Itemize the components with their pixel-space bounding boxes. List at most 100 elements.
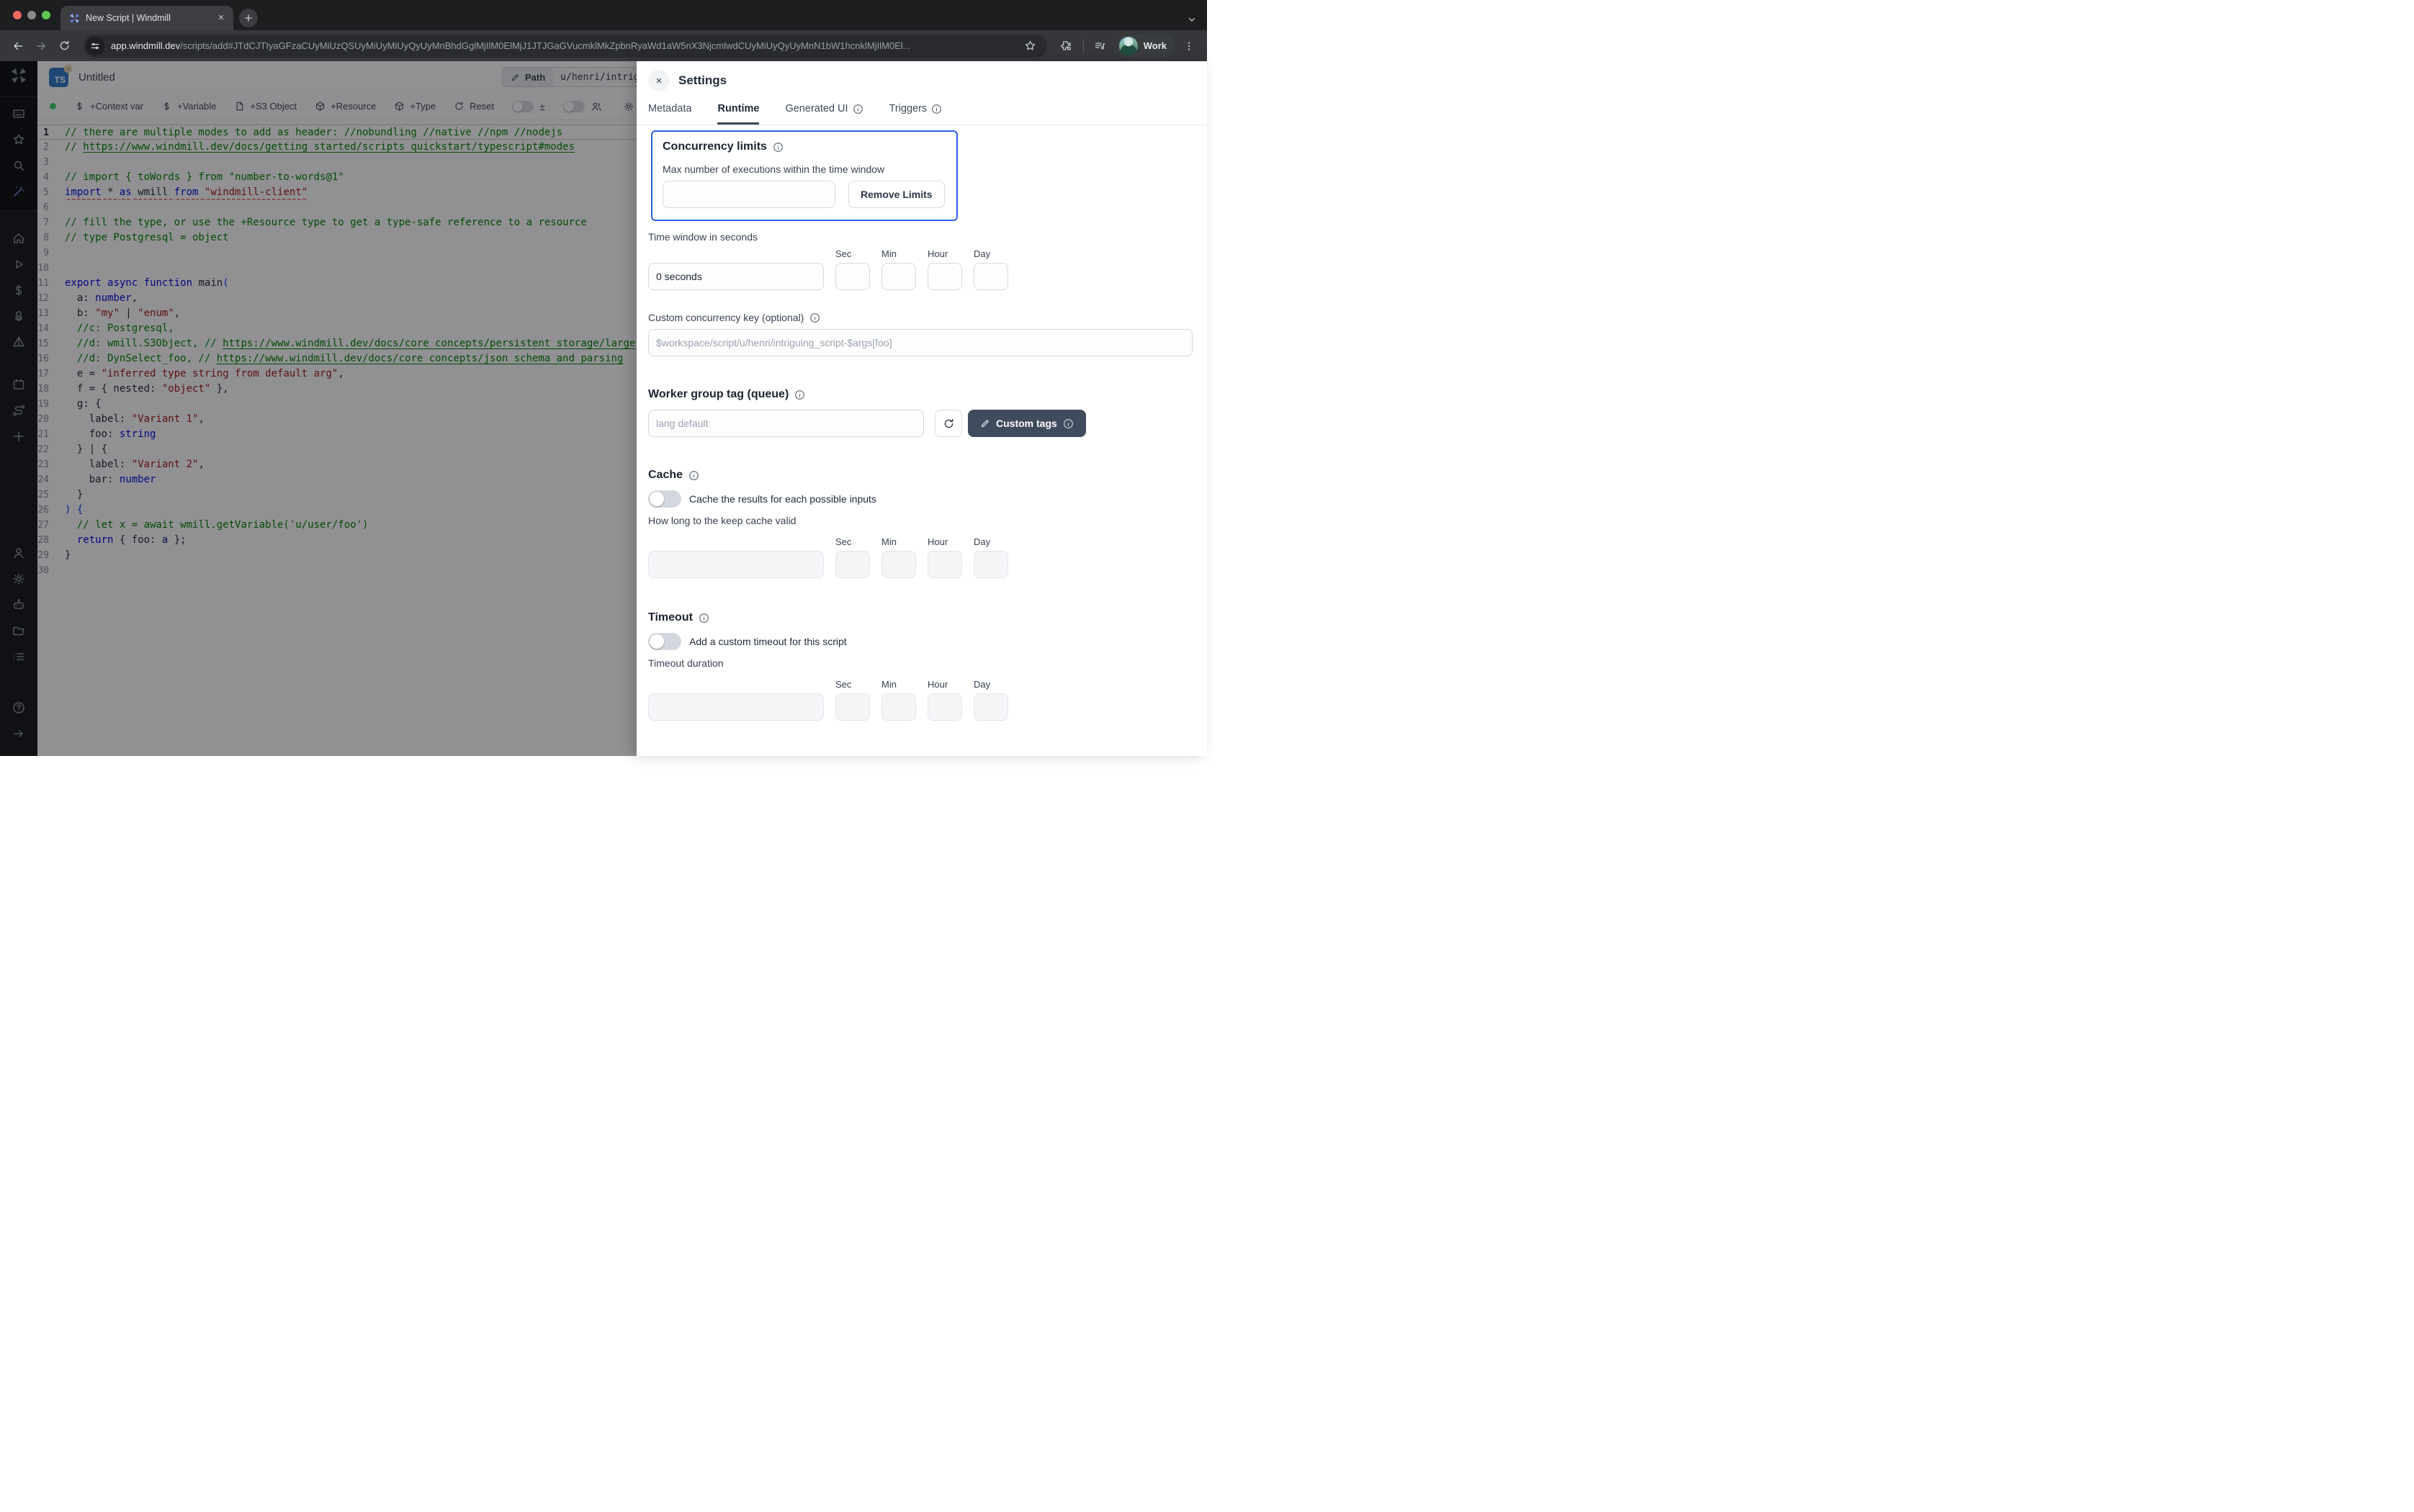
settings-drawer: × Settings Metadata Runtime Generated UI Tr…	[637, 61, 1207, 756]
cache-duration-label: How long to the keep cache valid	[648, 515, 1195, 526]
zoom-window-button[interactable]	[42, 11, 50, 19]
windmill-favicon-icon	[69, 13, 80, 24]
custom-tags-button[interactable]: Custom tags	[968, 410, 1086, 437]
tab-generated-ui[interactable]: Generated UI	[785, 103, 863, 125]
cache-day-input[interactable]	[974, 551, 1008, 578]
time-window-min-input[interactable]	[881, 263, 916, 290]
perpetual-heading: Perpetual script	[648, 755, 735, 756]
toolbar-divider	[1083, 39, 1084, 53]
max-executions-label: Max number of executions within the time…	[663, 163, 946, 175]
worker-group-heading: Worker group tag (queue)	[648, 388, 789, 401]
timeout-toggle[interactable]	[648, 633, 681, 650]
time-window-label: Time window in seconds	[648, 231, 1195, 243]
settings-title: Settings	[678, 73, 727, 88]
cache-heading: Cache	[648, 469, 683, 482]
minimize-window-button[interactable]	[27, 11, 36, 19]
cache-toggle-row: Cache the results for each possible inpu…	[648, 490, 1195, 508]
info-icon[interactable]	[809, 312, 820, 323]
page: New Script | Windmill ×	[0, 0, 1207, 756]
time-window-input[interactable]	[648, 263, 824, 290]
settings-tabs: Metadata Runtime Generated UI Triggers	[637, 99, 1207, 125]
timeout-day-input[interactable]	[974, 693, 1008, 721]
timeout-sec-input[interactable]	[835, 693, 870, 721]
min-label: Min	[881, 248, 916, 259]
timeout-hour-input[interactable]	[928, 693, 962, 721]
sec-label: Sec	[835, 679, 870, 690]
concurrency-limits-section: Concurrency limits Max number of executi…	[651, 130, 958, 221]
timeout-toggle-label: Add a custom timeout for this script	[689, 636, 847, 647]
browser-menu-icon[interactable]	[1180, 37, 1198, 55]
worker-tag-input[interactable]	[648, 410, 924, 437]
close-window-button[interactable]	[13, 11, 22, 19]
address-bar[interactable]: app.windmill.dev/scripts/add#JTdCJTIyaGF…	[84, 35, 1047, 58]
max-executions-input[interactable]	[663, 181, 835, 208]
time-window-duration-row: Sec Min Hour Day	[648, 248, 1195, 290]
cache-duration-input[interactable]	[648, 551, 824, 578]
workspace: TS Untitled Path u/henri/intrigu	[0, 61, 1207, 756]
drawer-overlay[interactable]	[0, 61, 637, 756]
close-settings-button[interactable]: ×	[648, 70, 670, 91]
back-button[interactable]	[9, 37, 27, 55]
avatar	[1119, 37, 1138, 55]
tab-title: New Script | Windmill	[86, 13, 209, 23]
extensions-icon[interactable]	[1057, 37, 1076, 55]
min-label: Min	[881, 679, 916, 690]
concurrency-heading: Concurrency limits	[663, 140, 767, 153]
profile-chip[interactable]: Work	[1117, 35, 1175, 58]
hour-label: Hour	[928, 248, 962, 259]
browser-tab[interactable]: New Script | Windmill ×	[60, 6, 233, 30]
info-icon[interactable]	[794, 390, 805, 400]
timeout-min-input[interactable]	[881, 693, 916, 721]
cache-min-input[interactable]	[881, 551, 916, 578]
info-icon	[1063, 418, 1074, 429]
info-icon[interactable]	[688, 470, 699, 481]
settings-header: × Settings	[637, 61, 1207, 99]
cache-duration-row: Sec Min Hour Day	[648, 536, 1195, 578]
tab-search-chevron-icon[interactable]	[1187, 14, 1197, 24]
tab-metadata[interactable]: Metadata	[648, 103, 691, 125]
new-tab-button[interactable]	[239, 9, 258, 27]
concurrency-key-input[interactable]	[648, 329, 1193, 356]
info-icon	[931, 104, 942, 114]
info-icon[interactable]	[773, 142, 784, 153]
site-settings-icon[interactable]	[86, 37, 104, 55]
tab-triggers[interactable]: Triggers	[889, 103, 943, 125]
timeout-heading: Timeout	[648, 611, 693, 624]
media-playlist-icon[interactable]	[1091, 37, 1110, 55]
concurrency-key-label: Custom concurrency key (optional)	[648, 312, 1195, 323]
timeout-duration-input[interactable]	[648, 693, 824, 721]
info-icon[interactable]	[699, 613, 709, 624]
day-label: Day	[974, 536, 1008, 547]
bookmark-star-icon[interactable]	[1021, 37, 1040, 55]
time-window-day-input[interactable]	[974, 263, 1008, 290]
browser-chrome: New Script | Windmill ×	[0, 0, 1207, 61]
refresh-tags-button[interactable]	[935, 410, 962, 437]
forward-button[interactable]	[32, 37, 50, 55]
window-controls[interactable]	[0, 0, 60, 30]
day-label: Day	[974, 679, 1008, 690]
tab-strip: New Script | Windmill ×	[0, 0, 1207, 30]
cache-sec-input[interactable]	[835, 551, 870, 578]
tab-close-icon[interactable]: ×	[215, 12, 228, 24]
time-window-sec-input[interactable]	[835, 263, 870, 290]
info-icon	[853, 104, 863, 114]
hour-label: Hour	[928, 536, 962, 547]
cache-hour-input[interactable]	[928, 551, 962, 578]
url-toolbar: app.windmill.dev/scripts/add#JTdCJTIyaGF…	[0, 30, 1207, 61]
day-label: Day	[974, 248, 1008, 259]
sec-label: Sec	[835, 536, 870, 547]
time-window-hour-input[interactable]	[928, 263, 962, 290]
profile-name: Work	[1144, 40, 1167, 51]
remove-limits-button[interactable]: Remove Limits	[848, 181, 945, 208]
cache-toggle[interactable]	[648, 490, 681, 508]
reload-button[interactable]	[55, 37, 73, 55]
timeout-duration-row: Sec Min Hour Day	[648, 679, 1195, 721]
pencil-icon	[980, 418, 990, 428]
timeout-duration-label: Timeout duration	[648, 657, 1195, 669]
hour-label: Hour	[928, 679, 962, 690]
timeout-toggle-row: Add a custom timeout for this script	[648, 633, 1195, 650]
tab-runtime[interactable]: Runtime	[717, 103, 759, 125]
sec-label: Sec	[835, 248, 870, 259]
min-label: Min	[881, 536, 916, 547]
url-text[interactable]: app.windmill.dev/scripts/add#JTdCJTIyaGF…	[111, 40, 1015, 51]
